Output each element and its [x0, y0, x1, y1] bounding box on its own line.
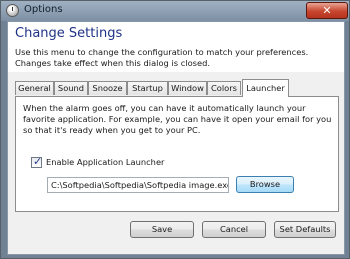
- tab-launcher[interactable]: Launcher: [242, 79, 289, 97]
- dialog-body: Change Settings Use this menu to change …: [7, 21, 345, 255]
- tab-window[interactable]: Window: [168, 81, 207, 95]
- alarm-clock-icon: [6, 4, 19, 17]
- header-description: Use this menu to change the configuratio…: [15, 47, 309, 68]
- set-defaults-button[interactable]: Set Defaults: [274, 221, 336, 238]
- tab-general[interactable]: General: [15, 81, 54, 95]
- save-button[interactable]: Save: [130, 221, 194, 238]
- tab-startup[interactable]: Startup: [127, 81, 168, 95]
- application-path-field[interactable]: C:\Softpedia\Softpedia\Softpedia image.e…: [47, 177, 229, 193]
- close-button[interactable]: ✕: [306, 2, 348, 19]
- window-title: Options: [24, 4, 63, 15]
- tab-strip: General Sound Snooze Startup Window Colo…: [15, 79, 339, 97]
- title-bar[interactable]: Options ✕: [1, 1, 349, 21]
- browse-button[interactable]: Browse: [236, 176, 294, 193]
- launcher-panel: When the alarm goes off, you can have it…: [15, 96, 339, 212]
- tab-sound[interactable]: Sound: [54, 81, 88, 95]
- checkmark-icon: ✓: [33, 155, 43, 168]
- tab-snooze[interactable]: Snooze: [88, 81, 127, 95]
- cancel-button[interactable]: Cancel: [202, 221, 266, 238]
- enable-launcher-checkbox[interactable]: ✓: [31, 155, 43, 168]
- page-title: Change Settings: [15, 26, 123, 41]
- tab-colors[interactable]: Colors: [207, 81, 241, 95]
- launcher-info-text: When the alarm goes off, you can have it…: [23, 103, 332, 135]
- options-window: Options ✕ Change Settings Use this menu …: [0, 0, 350, 259]
- enable-launcher-label[interactable]: Enable Application Launcher: [46, 157, 164, 168]
- header-panel: Change Settings Use this menu to change …: [8, 22, 344, 72]
